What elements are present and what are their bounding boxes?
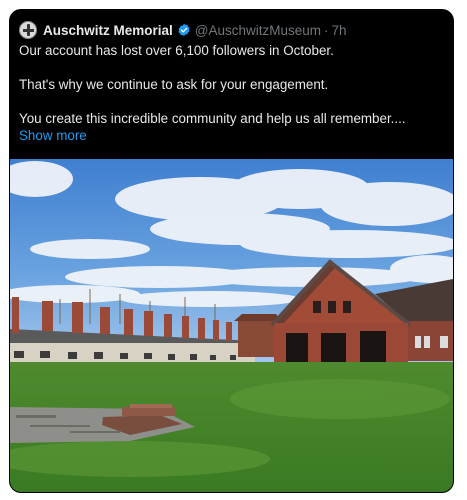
post-paragraph: That's why we continue to ask for your e… xyxy=(19,77,329,92)
user-handle[interactable]: @AuschwitzMuseum xyxy=(195,23,321,38)
post-text: Our account has lost over 6,100 follower… xyxy=(19,42,442,144)
photo-scene xyxy=(10,159,453,492)
verified-badge-icon xyxy=(178,23,190,37)
separator-dot: · xyxy=(324,22,329,38)
display-name[interactable]: Auschwitz Memorial xyxy=(43,23,173,38)
post-header: Auschwitz Memorial @AuschwitzMuseum · 7h xyxy=(19,21,444,39)
post-paragraph: Our account has lost over 6,100 follower… xyxy=(19,43,334,58)
avatar[interactable] xyxy=(19,21,37,39)
post-paragraph: You create this incredible community and… xyxy=(19,111,406,126)
show-more-link[interactable]: Show more xyxy=(19,127,442,144)
post-photo[interactable] xyxy=(10,159,453,492)
post-card[interactable]: Auschwitz Memorial @AuschwitzMuseum · 7h… xyxy=(9,9,454,493)
post-timestamp[interactable]: 7h xyxy=(332,23,347,38)
